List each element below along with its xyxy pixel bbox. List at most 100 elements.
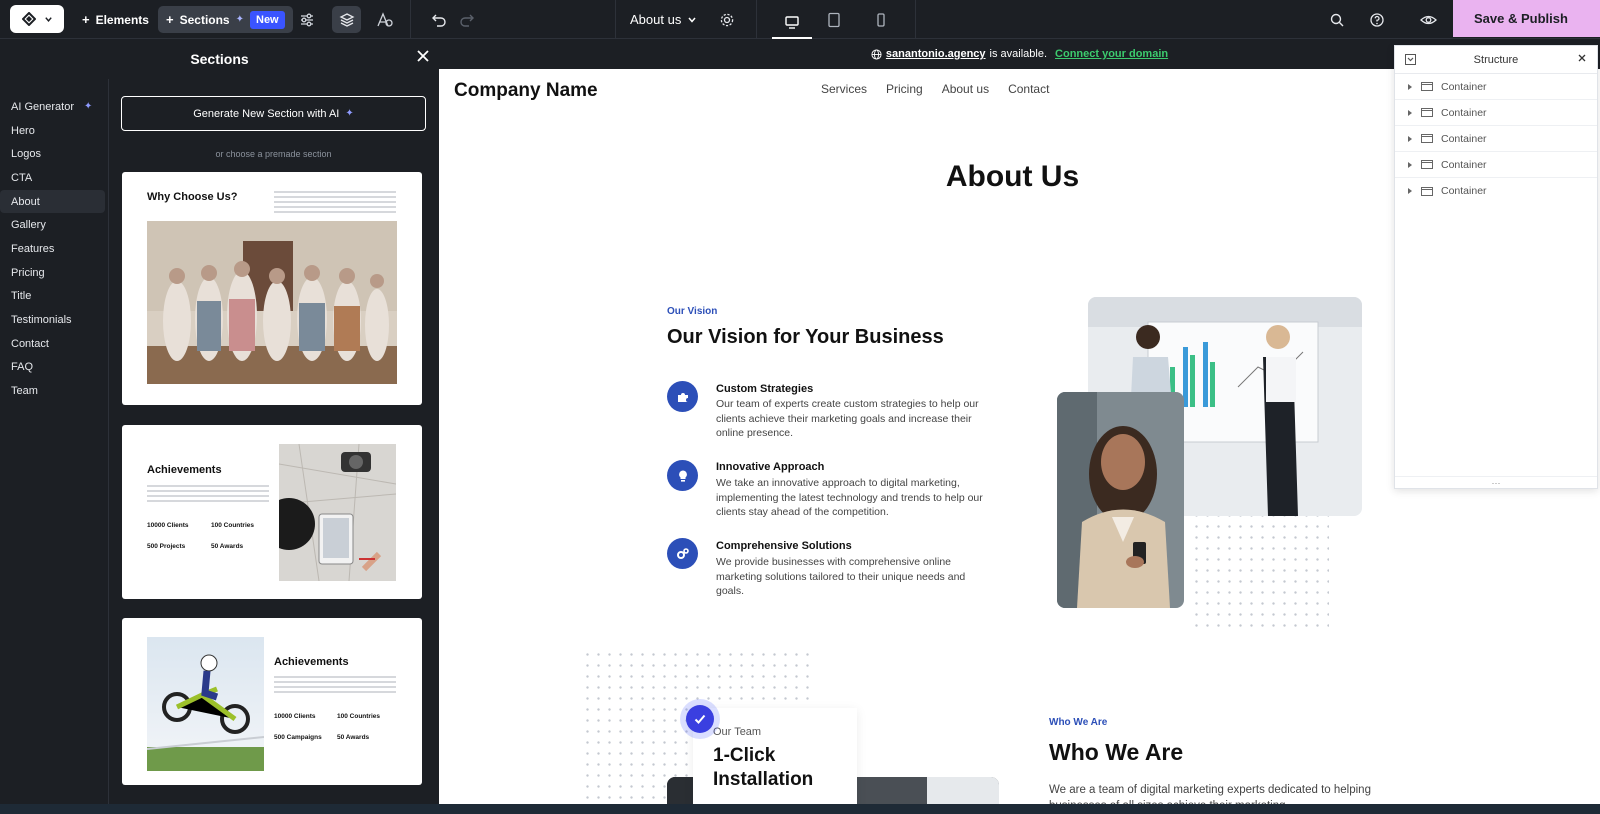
chevron-right-icon[interactable]	[1407, 83, 1413, 91]
plus-icon: +	[82, 12, 90, 27]
category-cta[interactable]: CTA	[0, 166, 105, 190]
category-logos[interactable]: Logos	[0, 142, 105, 166]
sections-panel: Sections AI Generator ✦ Hero Logos CTA Ab…	[0, 39, 439, 814]
feature-title[interactable]: Custom Strategies	[716, 383, 813, 395]
container-icon	[1421, 108, 1433, 117]
category-list: AI Generator ✦ Hero Logos CTA About Galle…	[0, 95, 109, 403]
site-nav: Services Pricing About us Contact	[821, 82, 1049, 96]
feature-text[interactable]: Our team of experts create custom strate…	[716, 397, 988, 441]
category-features[interactable]: Features	[0, 237, 105, 261]
chevron-right-icon[interactable]	[1407, 187, 1413, 195]
sparkle-icon: ✦	[83, 101, 93, 113]
structure-header: Structure	[1395, 46, 1597, 74]
chevron-right-icon[interactable]	[1407, 135, 1413, 143]
new-badge: New	[250, 10, 285, 29]
top-toolbar: + Elements + Sections ✦ New About us Sav…	[0, 0, 1600, 39]
puzzle-icon	[667, 381, 698, 412]
structure-item[interactable]: Container	[1395, 178, 1597, 204]
collapse-icon[interactable]	[1405, 54, 1416, 65]
connect-domain-link[interactable]: Connect your domain	[1055, 48, 1168, 60]
feature-title[interactable]: Innovative Approach	[716, 461, 824, 473]
toolbar-divider	[915, 0, 916, 39]
section-card-achievements[interactable]: Achievements 10000 Clients 100 Countries…	[122, 425, 422, 599]
structure-title: Structure	[1473, 53, 1519, 66]
nav-link-services[interactable]: Services	[821, 82, 867, 96]
sections-button[interactable]: + Sections ✦ New	[158, 6, 293, 33]
vision-heading[interactable]: Our Vision for Your Business	[667, 326, 944, 349]
sliders-icon[interactable]	[292, 6, 321, 33]
domain-status: is available.	[989, 48, 1048, 60]
chevron-right-icon[interactable]	[1407, 161, 1413, 169]
team-card-title: 1-Click Installation	[713, 745, 814, 790]
chevron-down-icon	[688, 17, 696, 23]
nav-link-contact[interactable]: Contact	[1008, 82, 1049, 96]
card-stat: 10000 Clients	[274, 713, 316, 720]
who-heading[interactable]: Who We Are	[1049, 739, 1183, 766]
structure-item[interactable]: Container	[1395, 74, 1597, 100]
motocross-image	[147, 637, 264, 771]
smiling-woman-phone-image[interactable]	[1057, 392, 1184, 608]
tablet-view-icon[interactable]	[819, 6, 848, 33]
elements-button[interactable]: + Elements	[74, 6, 157, 33]
close-icon[interactable]	[1577, 53, 1587, 63]
category-testimonials[interactable]: Testimonials	[0, 308, 105, 332]
who-kicker[interactable]: Who We Are	[1049, 717, 1107, 728]
category-title[interactable]: Title	[0, 285, 105, 309]
domain-name: sanantonio.agency	[885, 48, 986, 60]
choose-premade-label: or choose a premade section	[215, 149, 332, 159]
desktop-view-icon[interactable]	[772, 6, 812, 39]
card-stat: 10000 Clients	[147, 522, 189, 529]
search-icon[interactable]	[1322, 6, 1351, 33]
dot-pattern	[1191, 510, 1329, 632]
globe-icon	[871, 48, 882, 60]
generate-section-ai-button[interactable]: Generate New Section with AI ✦	[121, 96, 426, 131]
section-card-why-choose-us[interactable]: Why Choose Us?	[122, 172, 422, 405]
close-icon[interactable]	[416, 49, 430, 63]
app-logo-menu[interactable]	[10, 5, 64, 33]
container-icon	[1421, 186, 1433, 196]
layers-icon[interactable]	[332, 6, 361, 33]
page-select[interactable]: About us	[622, 6, 705, 33]
nav-link-about[interactable]: About us	[942, 82, 989, 96]
save-publish-button[interactable]: Save & Publish	[1453, 0, 1600, 37]
nav-link-pricing[interactable]: Pricing	[886, 82, 923, 96]
category-about[interactable]: About	[0, 189, 105, 214]
feature-title[interactable]: Comprehensive Solutions	[716, 540, 852, 552]
chevron-down-icon	[44, 16, 52, 22]
card-stat: 500 Projects	[147, 543, 186, 550]
help-icon[interactable]	[1362, 6, 1391, 33]
gear-icon[interactable]	[712, 6, 741, 33]
card-text-placeholder	[274, 191, 396, 215]
structure-panel: Structure Container Container Container …	[1394, 45, 1598, 489]
undo-icon[interactable]	[424, 6, 453, 33]
section-card-achievements-2[interactable]: Achievements 10000 Clients 100 Countries…	[122, 618, 422, 785]
card-stat: 50 Awards	[211, 543, 244, 550]
lightbulb-icon	[667, 460, 698, 491]
category-ai-generator[interactable]: AI Generator ✦	[0, 95, 105, 119]
card-title: Achievements	[274, 656, 349, 668]
category-gallery[interactable]: Gallery	[0, 213, 105, 237]
feature-text[interactable]: We take an innovative approach to digita…	[716, 476, 988, 520]
team-celebration-image	[147, 221, 397, 384]
structure-item[interactable]: Container	[1395, 126, 1597, 152]
container-icon	[1421, 160, 1433, 169]
container-icon	[1421, 82, 1433, 91]
site-brand[interactable]: Company Name	[454, 80, 598, 102]
category-faq[interactable]: FAQ	[0, 356, 105, 380]
structure-item[interactable]: Container	[1395, 100, 1597, 126]
mobile-view-icon[interactable]	[866, 6, 895, 33]
category-contact[interactable]: Contact	[0, 332, 105, 356]
category-pricing[interactable]: Pricing	[0, 261, 105, 285]
feature-text[interactable]: We provide businesses with comprehensive…	[716, 555, 988, 599]
chevron-right-icon[interactable]	[1407, 109, 1413, 117]
typography-icon[interactable]	[370, 6, 399, 33]
category-team[interactable]: Team	[0, 379, 105, 403]
resize-handle-icon[interactable]: ···	[1395, 476, 1597, 488]
vision-kicker[interactable]: Our Vision	[667, 306, 717, 317]
desk-map-image	[279, 444, 396, 581]
preview-eye-icon[interactable]	[1414, 6, 1443, 33]
card-text-placeholder	[274, 676, 396, 696]
structure-item[interactable]: Container	[1395, 152, 1597, 178]
category-hero[interactable]: Hero	[0, 119, 105, 143]
redo-icon[interactable]	[452, 6, 481, 33]
